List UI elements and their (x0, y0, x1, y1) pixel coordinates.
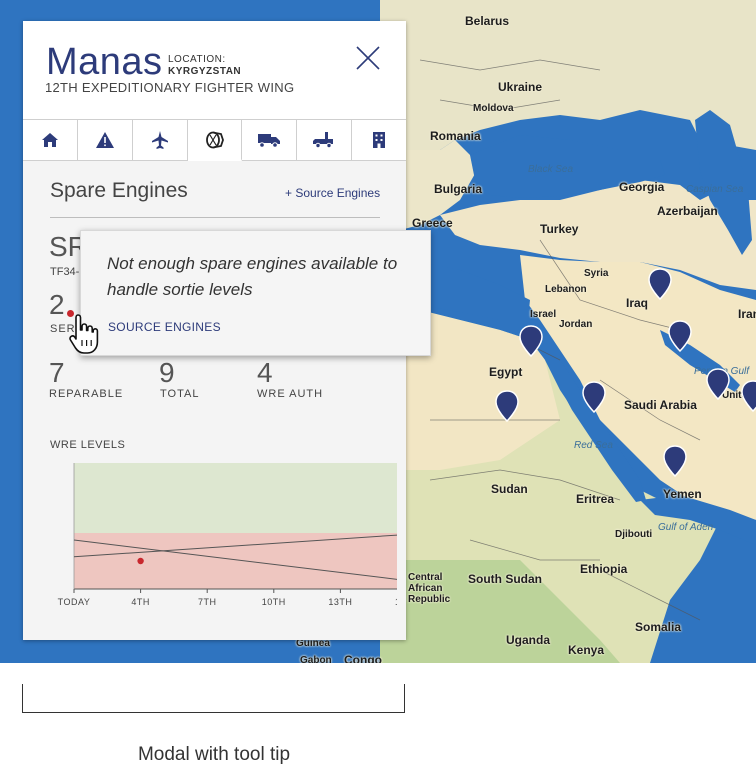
caption-bracket (22, 684, 405, 713)
chart-x-tick-label: 13TH (328, 597, 352, 607)
tooltip-message: Not enough spare engines available to ha… (107, 254, 398, 299)
tab-cargo[interactable] (297, 120, 353, 160)
cargo-truck-icon (313, 132, 334, 149)
map-label-ethiopia: Ethiopia (580, 562, 628, 576)
building-icon (373, 132, 386, 148)
chart-x-tick-label: TODAY (58, 597, 91, 607)
map-label-yemen: Yemen (663, 487, 702, 501)
tab-home[interactable] (23, 120, 78, 160)
map-pin-icon[interactable] (706, 368, 730, 400)
truck-icon (258, 134, 281, 148)
total-label: TOTAL (160, 388, 200, 400)
serviceable-count: 2 (49, 289, 65, 320)
map-pin-icon[interactable] (582, 381, 606, 413)
map-label-caspian-sea: Caspian Sea (686, 184, 744, 195)
tab-aircraft[interactable] (133, 120, 188, 160)
map-label-moldova: Moldova (473, 103, 514, 114)
chart-marker-point (137, 557, 144, 565)
section-divider (50, 217, 380, 218)
home-icon (41, 133, 58, 147)
source-engines-link[interactable]: + Source Engines (285, 186, 380, 200)
map-label-congo: Congo (344, 653, 382, 663)
map-label-iraq: Iraq (626, 296, 649, 310)
wre-levels-title: WRE LEVELS (50, 439, 126, 451)
map-pin-icon[interactable] (648, 268, 672, 300)
engine-model: TF34- (50, 266, 80, 278)
map-label-eritrea: Eritrea (576, 492, 615, 506)
map-label-azerbaijan: Azerbaijan (657, 204, 718, 218)
close-icon[interactable] (355, 45, 381, 71)
chart-x-tick-label: 7TH (198, 597, 217, 607)
map-label-black-sea: Black Sea (528, 164, 574, 175)
map-label-car: Central African Republic (408, 572, 451, 605)
tab-facilities[interactable] (352, 120, 406, 160)
chart-x-tick-label: 16TH (395, 597, 397, 607)
map-label-syria: Syria (584, 268, 609, 279)
map-pin-icon[interactable] (668, 320, 692, 352)
map-label-turkey: Turkey (540, 222, 579, 236)
engine-icon (205, 131, 224, 148)
map-label-georgia: Georgia (619, 180, 665, 194)
map-label-egypt: Egypt (489, 365, 523, 379)
map-label-greece: Greece (412, 216, 453, 230)
category-tabs (23, 119, 406, 161)
figure-caption: Modal with tool tip (137, 744, 291, 765)
map-label-djibouti: Djibouti (615, 529, 653, 540)
map-pin-icon[interactable] (663, 445, 687, 477)
map-label-lebanon: Lebanon (545, 284, 587, 295)
map-label-ukraine: Ukraine (498, 80, 543, 94)
engine-shortage-tooltip: Not enough spare engines available to ha… (80, 230, 431, 356)
wre-auth-count: 4 (257, 357, 273, 388)
location-value: KYRGYZSTAN (168, 66, 242, 77)
map-label-israel: Israel (530, 309, 557, 320)
aircraft-icon (151, 131, 168, 149)
map-label-uganda: Uganda (506, 633, 551, 647)
map-label-sudan: Sudan (491, 482, 528, 496)
map-label-gulf-of-aden: Gulf of Aden (658, 522, 714, 533)
location-label: LOCATION: (168, 54, 226, 65)
chart-x-tick-label: 10TH (262, 597, 286, 607)
wre-levels-chart: 0123456789TODAY4TH7TH10TH13TH16TH (58, 463, 397, 607)
map-label-jordan: Jordan (559, 319, 593, 330)
tab-engines[interactable] (187, 120, 243, 161)
map-pin-icon[interactable] (741, 380, 756, 412)
map-label-south-sudan: South Sudan (468, 572, 542, 586)
map-label-red-sea: Red Sea (574, 440, 613, 451)
map-label-kenya: Kenya (568, 643, 605, 657)
tab-alerts[interactable] (78, 120, 133, 160)
map-label-romania: Romania (430, 129, 481, 143)
map-pin-icon[interactable] (519, 325, 543, 357)
wre-auth-label: WRE AUTH (257, 388, 324, 400)
total-count: 9 (159, 357, 175, 388)
map-label-somalia: Somalia (635, 620, 682, 634)
reparable-label: REPARABLE (49, 388, 124, 400)
map-label-gabon: Gabon (300, 655, 332, 663)
warning-icon (95, 132, 114, 148)
tab-vehicles[interactable] (242, 120, 298, 160)
chart-x-tick-label: 4TH (131, 597, 150, 607)
base-name-title: Manas (46, 41, 163, 83)
map-label-saudi-arabia: Saudi Arabia (624, 398, 697, 412)
chart-zone-green (74, 463, 397, 533)
reparable-count: 7 (49, 357, 65, 388)
tooltip-source-engines-link[interactable]: SOURCE ENGINES (108, 320, 221, 334)
map-pin-icon[interactable] (495, 390, 519, 422)
unit-subtitle: 12TH EXPEDITIONARY FIGHTER WING (45, 80, 295, 95)
section-title: Spare Engines (50, 179, 188, 202)
map-label-belarus: Belarus (465, 14, 510, 28)
map-label-bulgaria: Bulgaria (434, 182, 483, 196)
hand-cursor-icon (69, 314, 99, 354)
map-label-iran: Iran (738, 307, 756, 321)
chart-zone-red (74, 533, 397, 589)
